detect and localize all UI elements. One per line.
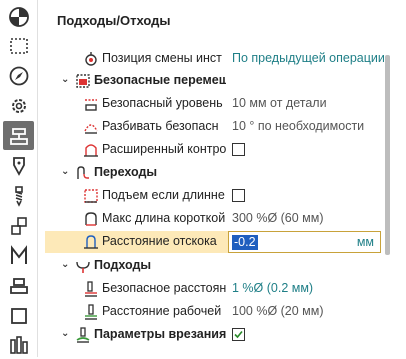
property-value[interactable]: 1 %Ø (0.2 мм) [232,281,313,295]
property-row-feed-distance[interactable]: Расстояние рабочей 100 %Ø (20 мм) [45,301,380,323]
group-label: Переходы [94,165,158,179]
retract-distance-icon [83,234,99,250]
property-value[interactable]: 100 %Ø (20 мм) [232,304,324,318]
retract-distance-value[interactable]: -0.2 [232,235,258,250]
property-row-extended-control[interactable]: Расширенный контро [45,139,380,161]
drill-icon[interactable] [3,181,34,210]
split-arc-icon [83,119,99,135]
property-value[interactable]: 10 мм от детали [232,96,327,110]
multi-axis-icon[interactable] [3,241,34,270]
group-approaches[interactable]: ⌄ Подходы [45,255,380,277]
selection-box-icon[interactable] [3,31,34,60]
property-label: Безопасное расстоян [102,281,226,295]
extended-control-icon [83,142,99,158]
left-toolbar [0,0,38,357]
group-label: Подходы [94,258,152,272]
property-row-safe-level[interactable]: Безопасный уровень 10 мм от детали [45,93,380,115]
approaches-icon [75,258,91,274]
group-entry-parameters[interactable]: ⌄ Параметры врезания [45,324,380,346]
chevron-down-icon[interactable]: ⌄ [61,74,69,85]
lift-icon [83,188,99,204]
tool-change-icon [83,51,99,67]
property-value[interactable]: По предыдущей операции [232,51,385,65]
approach-retract-icon[interactable] [3,121,34,150]
blocks-icon[interactable] [3,211,34,240]
group-label: Параметры врезания [94,327,226,341]
short-link-icon [83,211,99,227]
properties-panel: Подходы/Отходы Позиция смены инст По пре… [45,0,406,357]
cutter-icon[interactable] [3,151,34,180]
square-icon[interactable] [3,301,34,330]
property-label: Позиция смены инст [102,51,222,65]
group-safe-moves[interactable]: ⌄ Безопасные перемещ [45,70,380,92]
property-row-retract-distance[interactable]: Расстояние отскока -0.2 мм [45,231,381,253]
scrollbar[interactable] [385,55,390,255]
property-label: Макс длина короткой [102,211,226,225]
stock-icon[interactable] [3,271,34,300]
retract-distance-unit: мм [356,235,374,249]
property-row-max-short-length[interactable]: Макс длина короткой 300 %Ø (60 мм) [45,208,380,230]
property-label: Расширенный контро [102,142,226,156]
transitions-icon [75,165,91,181]
lift-checkbox[interactable] [232,189,245,202]
property-label: Безопасный уровень [102,96,223,110]
sphere-icon[interactable] [3,2,34,31]
entry-checkbox[interactable] [232,328,245,341]
columns-icon[interactable] [3,330,34,359]
extended-control-checkbox[interactable] [232,143,245,156]
property-row-split-safe[interactable]: Разбивать безопасн 10 ° по необходимости [45,116,380,138]
property-row-lift-if-longer[interactable]: Подъем если длинне [45,185,380,207]
gear-icon[interactable] [3,91,34,120]
property-label: Подъем если длинне [102,188,225,202]
property-label: Расстояние рабочей [102,304,222,318]
chevron-down-icon[interactable]: ⌄ [61,166,69,177]
property-value[interactable]: 300 %Ø (60 мм) [232,211,324,225]
property-row-safe-distance[interactable]: Безопасное расстоян 1 %Ø (0.2 мм) [45,278,380,300]
safe-level-icon [83,96,99,112]
feed-distance-icon [83,304,99,320]
chevron-down-icon[interactable]: ⌄ [61,259,69,270]
entry-icon [75,327,91,343]
compass-icon[interactable] [3,61,34,90]
retract-distance-input[interactable]: -0.2 мм [228,231,381,253]
property-label: Разбивать безопасн [102,119,219,133]
property-value[interactable]: 10 ° по необходимости [232,119,364,133]
group-label: Безопасные перемещ [94,73,226,87]
group-transitions[interactable]: ⌄ Переходы [45,162,380,184]
safe-moves-icon [75,73,91,89]
property-label: Расстояние отскока [102,234,217,248]
safe-distance-icon [83,281,99,297]
chevron-down-icon[interactable]: ⌄ [61,328,69,339]
panel-title: Подходы/Отходы [57,13,171,28]
property-row-tool-change[interactable]: Позиция смены инст По предыдущей операци… [45,48,385,70]
